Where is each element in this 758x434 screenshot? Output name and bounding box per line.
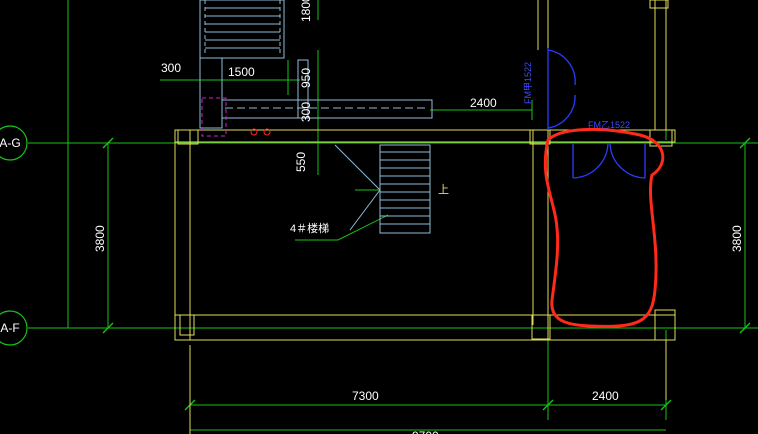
dimension-texts: 300 1500 1800 950 300 2400 550 3800 3800… xyxy=(93,0,744,434)
stair-beam xyxy=(221,99,433,119)
door-label-fm1: FM甲1522 xyxy=(523,62,533,104)
stair-up-label: 上 xyxy=(438,183,449,196)
dim-text-550: 550 xyxy=(294,152,308,172)
column-bm xyxy=(531,314,551,340)
upper-stair xyxy=(199,0,433,129)
doors xyxy=(547,48,646,179)
grid-lines xyxy=(28,0,758,434)
column-bl xyxy=(179,314,195,336)
landing-strip xyxy=(199,57,223,129)
column-tr xyxy=(649,129,673,147)
dim-text-300-vert: 300 xyxy=(299,102,313,122)
cad-drawing-canvas[interactable]: A-G A-F 300 1500 1800 950 300 2400 550 3… xyxy=(0,0,758,434)
column-top-right xyxy=(649,0,669,9)
axis-bubble-af[interactable]: A-F xyxy=(0,310,28,346)
dim-text-2400-bottom: 2400 xyxy=(592,389,619,403)
floor-plan-svg: A-G A-F 300 1500 1800 950 300 2400 550 3… xyxy=(0,0,758,434)
door-fm2-swing-a xyxy=(572,142,609,179)
axis-label-af: A-F xyxy=(0,321,19,335)
dim-text-2400-top: 2400 xyxy=(470,96,497,110)
door-label-fm2: FM乙1522 xyxy=(588,120,630,130)
dim-ticks xyxy=(102,137,751,411)
door-fm1-swing-a xyxy=(547,49,576,86)
dim-text-1800: 1800 xyxy=(299,0,313,22)
door-fm1-swing-b xyxy=(547,94,576,129)
axis-label-ag: A-G xyxy=(0,136,21,150)
wall-top-band xyxy=(174,129,676,143)
dim-text-3800-right: 3800 xyxy=(730,225,744,252)
dim-text-7300: 7300 xyxy=(352,389,379,403)
axis-bubble-ag[interactable]: A-G xyxy=(0,125,28,161)
dim-text-1500: 1500 xyxy=(228,65,255,79)
stair-label: 4＃楼梯 xyxy=(290,221,329,235)
upper-stair-box xyxy=(199,0,285,59)
lower-stair-box xyxy=(379,144,431,234)
dim-text-950: 950 xyxy=(299,68,313,88)
lower-stair xyxy=(334,144,431,234)
dim-text-300: 300 xyxy=(161,61,181,75)
dim-text-3800-left: 3800 xyxy=(93,225,107,252)
door-fm2-swing-b xyxy=(609,142,646,179)
dim-text-9700: 9700 xyxy=(412,429,439,434)
